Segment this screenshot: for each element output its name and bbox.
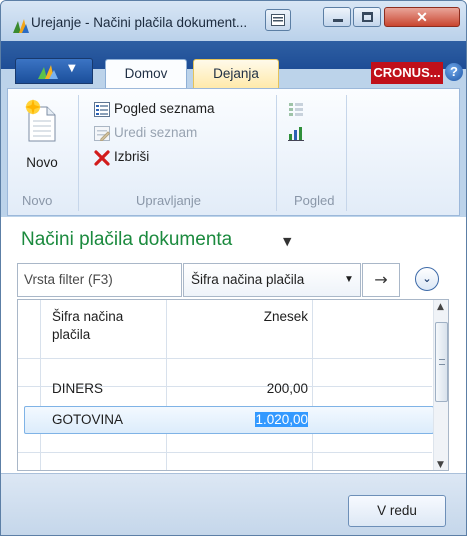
row-divider [18,358,432,359]
chevron-down-icon: ▼ [344,274,354,285]
column-header-amount[interactable]: Znesek [168,308,308,326]
delete-x-icon [94,150,110,166]
dynamics-menu-icon [38,65,58,79]
filter-field-label: Šifra načina plačila [191,272,305,287]
group-label-upravljanje: Upravljanje [136,193,202,208]
new-document-icon [25,99,56,142]
tab-dejanja[interactable]: Dejanja [193,59,279,89]
chart-icon [288,127,304,141]
new-button-label: Novo [26,155,58,170]
maximize-icon [362,12,373,22]
help-icon[interactable]: ? [445,63,463,81]
window-snapshot-button[interactable] [265,9,291,31]
ribbon-panel: Novo Novo Pogled seznama Uredi seznam Iz… [7,88,460,216]
close-button[interactable]: ✕ [384,7,460,27]
minimize-button[interactable] [323,7,351,27]
table-row-amount[interactable]: 1.020,00 [168,410,308,430]
maximize-button[interactable] [353,7,381,27]
column-header-code[interactable]: Šifra načina plačila [52,308,162,344]
new-button[interactable]: Novo [16,97,68,179]
page-title-chevron-icon[interactable]: ▼ [283,235,291,248]
grip-icon [439,359,445,365]
filter-bar: Vrsta filter (F3) Šifra načina plačila ▼… [17,263,449,297]
group-divider [276,95,277,211]
expand-filter-icon[interactable]: ⌄ [415,267,439,291]
filter-input[interactable]: Vrsta filter (F3) [17,263,182,297]
table-row-amount[interactable]: 200,00 [168,379,308,399]
show-list-icon [289,103,303,116]
scrollbar-thumb[interactable] [435,322,448,402]
window-list-icon [271,14,285,26]
chevron-down-icon: ▼ [68,63,76,74]
show-as-list-button[interactable] [288,99,308,121]
table-row-code[interactable]: DINERS [52,379,103,399]
dialog-footer: V redu [1,473,466,535]
group-divider [78,95,79,211]
group-label-novo: Novo [22,193,53,208]
application-menu-button[interactable]: ▼ [15,58,93,84]
edit-list-label: Uredi seznam [114,125,198,140]
tab-domov[interactable]: Domov [105,59,187,89]
row-divider [18,452,432,453]
ok-button[interactable]: V redu [348,495,446,527]
filter-field-select[interactable]: Šifra načina plačila ▼ [183,263,361,297]
content-area: Načini plačila dokumenta ▼ Vrsta filter … [1,217,466,473]
apply-filter-arrow-icon[interactable]: → [362,263,400,297]
data-grid: Šifra načina plačila Znesek DINERS 200,0… [17,299,449,471]
show-as-chart-button[interactable] [288,123,308,145]
minimize-icon [333,19,343,22]
dynamics-logo-icon [13,19,29,33]
group-label-pogled: Pogled [294,193,335,208]
page-title[interactable]: Načini plačila dokumenta [21,229,232,251]
table-row-code[interactable]: GOTOVINA [52,410,123,430]
dialog-window: Urejanje - Načini plačila dokument... ✕ … [0,0,467,536]
list-view-icon [94,102,110,117]
scroll-down-icon[interactable]: ▼ [437,460,444,470]
edit-list-icon [94,126,110,141]
close-icon: ✕ [416,9,428,25]
delete-label: Izbriši [114,149,150,164]
scroll-up-icon[interactable]: ▲ [437,302,444,312]
title-bar[interactable]: Urejanje - Načini plačila dokument... ✕ [1,1,466,41]
vertical-scrollbar[interactable]: ▲ ▼ [433,300,448,470]
company-badge[interactable]: CRONUS... [371,62,443,84]
list-view-label: Pogled seznama [114,101,215,116]
group-divider [346,95,347,211]
selected-amount-value[interactable]: 1.020,00 [255,412,308,427]
